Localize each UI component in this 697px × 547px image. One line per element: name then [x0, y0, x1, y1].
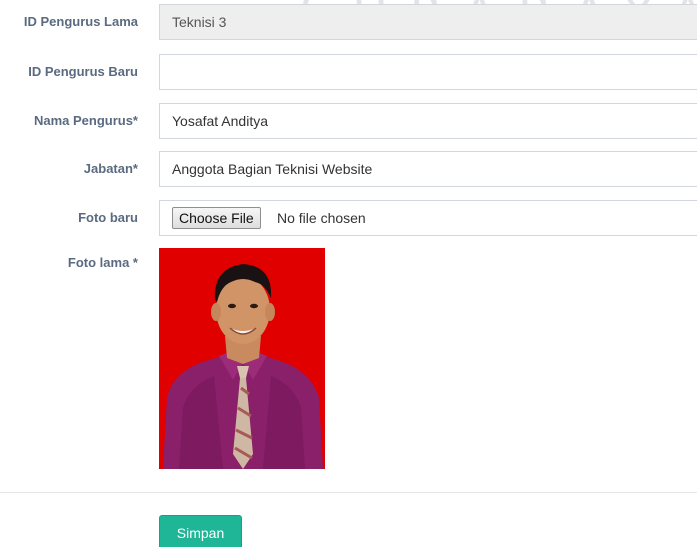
label-foto-baru: Foto baru	[78, 210, 138, 225]
edit-pengurus-form: SURABAYA ID Pengurus Lama Teknisi 3 ID P…	[0, 0, 697, 547]
label-foto-lama: Foto lama *	[67, 255, 138, 270]
row-id-pengurus-baru: ID Pengurus Baru	[0, 54, 697, 90]
nama-pengurus-input[interactable]: Yosafat Anditya	[159, 103, 697, 139]
row-foto-lama: Foto lama *	[0, 248, 697, 284]
row-foto-baru: Foto baru Choose File No file chosen	[0, 200, 697, 236]
label-id-pengurus-baru: ID Pengurus Baru	[28, 64, 138, 79]
simpan-button[interactable]: Simpan	[159, 515, 242, 547]
label-nama-pengurus: Nama Pengurus*	[33, 113, 138, 128]
foto-lama-image	[159, 248, 325, 469]
file-status-text: No file chosen	[277, 210, 366, 226]
label-id-pengurus-lama: ID Pengurus Lama	[23, 14, 138, 29]
jabatan-input[interactable]: Anggota Bagian Teknisi Website	[159, 151, 697, 187]
form-divider	[0, 492, 697, 493]
label-jabatan: Jabatan*	[83, 161, 138, 176]
row-nama-pengurus: Nama Pengurus* Yosafat Anditya	[0, 103, 697, 139]
row-id-pengurus-lama: ID Pengurus Lama Teknisi 3	[0, 4, 697, 40]
id-pengurus-lama-field: Teknisi 3	[159, 4, 697, 40]
row-jabatan: Jabatan* Anggota Bagian Teknisi Website	[0, 151, 697, 187]
choose-file-button[interactable]: Choose File	[172, 207, 261, 229]
id-pengurus-baru-input[interactable]	[159, 54, 697, 90]
